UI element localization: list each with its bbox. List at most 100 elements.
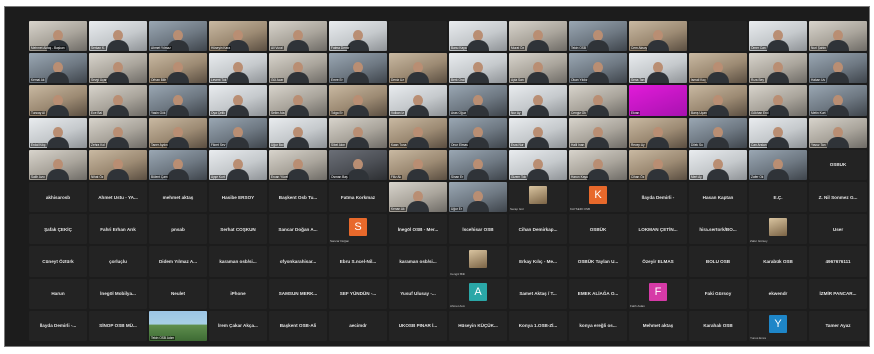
participant-tile[interactable]: Ece Bal: [89, 85, 147, 116]
participant-tile[interactable]: K KAYSERİ OSB: [569, 181, 627, 213]
participant-tile[interactable]: S Sancar Doğan: [329, 214, 387, 245]
participant-tile[interactable]: akhisarosb: [29, 181, 87, 213]
participant-tile[interactable]: Bülent Çam: [149, 149, 207, 180]
participant-tile[interactable]: karaman osb/si...: [209, 246, 267, 277]
participant-tile[interactable]: karaman osb/si...: [389, 246, 447, 277]
participant-tile[interactable]: Hüseyin KÜÇÜK...: [449, 310, 507, 341]
participant-tile[interactable]: Recep Ay: [629, 117, 687, 148]
participant-tile[interactable]: Levent Tok: [209, 53, 267, 84]
participant-tile[interactable]: Oya Çelik: [209, 85, 267, 116]
participant-tile[interactable]: Karahalı OSB: [689, 310, 747, 341]
participant-tile[interactable]: A Ahmet Avcı: [449, 278, 507, 309]
participant-tile[interactable]: SAMSUN MERK...: [269, 278, 327, 309]
participant-tile[interactable]: Tamer Ayaz: [809, 310, 867, 341]
participant-tile[interactable]: Y Yunus Emre: [749, 310, 807, 341]
participant-tile[interactable]: Nur Ay: [509, 85, 567, 116]
participant-tile[interactable]: Kemal Ak: [29, 53, 87, 84]
participant-tile[interactable]: Uğur Bal: [269, 117, 327, 148]
participant-tile[interactable]: Emre Er: [329, 53, 387, 84]
participant-tile[interactable]: Selim Ata: [269, 85, 327, 116]
participant-tile[interactable]: İnegöl OSB - Mer...: [389, 214, 447, 245]
participant-tile[interactable]: Harun: [29, 278, 87, 309]
participant-tile[interactable]: Metin Kurt: [809, 85, 867, 116]
participant-tile[interactable]: Yavuz Tan: [809, 117, 867, 148]
participant-tile[interactable]: OSBÜK Taylan U...: [569, 246, 627, 277]
participant-tile[interactable]: İscehisar OSB: [449, 214, 507, 245]
participant-tile[interactable]: Sinan Er: [449, 149, 507, 180]
participant-tile[interactable]: Sevgi Uçar: [89, 53, 147, 84]
participant-tile[interactable]: Şafak ÇEKİÇ: [29, 214, 87, 245]
participant-tile[interactable]: EMEK ALİAĞA O...: [569, 278, 627, 309]
participant-tile[interactable]: OSBÜK: [569, 214, 627, 245]
participant-tile[interactable]: SİNOP OSB MÜ...: [89, 310, 147, 341]
participant-tile[interactable]: Erdal Kılıç: [29, 117, 87, 148]
participant-tile[interactable]: Zafer Ok: [749, 149, 807, 180]
participant-tile[interactable]: User: [809, 214, 867, 245]
participant-tile[interactable]: İnegöl Mobilya...: [89, 278, 147, 309]
participant-tile[interactable]: Ayşe Kurt: [209, 149, 267, 180]
participant-tile[interactable]: Didem Yılmaz A...: [149, 246, 207, 277]
participant-tile[interactable]: Cem Aksoy: [629, 21, 687, 52]
participant-tile[interactable]: Okan Yıldız: [569, 53, 627, 84]
participant-tile[interactable]: Ebru S.ncel-Nil...: [329, 246, 387, 277]
participant-tile[interactable]: İrem Çakar Akça...: [209, 310, 267, 341]
participant-tile[interactable]: hira.sertork/BO...: [689, 214, 747, 245]
participant-tile[interactable]: Fatma Demir: [329, 21, 387, 52]
participant-tile[interactable]: 4967676111: [809, 246, 867, 277]
participant-tile[interactable]: Gizem Tok: [509, 149, 567, 180]
participant-tile[interactable]: Yusuf Ulusay -...: [389, 278, 447, 309]
participant-tile[interactable]: Murat Öz: [509, 21, 567, 52]
participant-tile[interactable]: Osman Baş: [329, 149, 387, 180]
participant-tile[interactable]: Erkay Kılıç - Me...: [509, 246, 567, 277]
participant-tile[interactable]: Gökhan Erol: [749, 85, 807, 116]
participant-tile[interactable]: Nuri Şahin: [809, 21, 867, 52]
participant-tile[interactable]: Berk Oral: [449, 53, 507, 84]
participant-tile[interactable]: Karabük OSB: [749, 246, 807, 277]
participant-tile[interactable]: Tekin OSB Adım: [149, 310, 207, 341]
participant-tile[interactable]: LOKMAN ÇETİN...: [629, 214, 687, 245]
participant-tile[interactable]: İsmail Koç: [689, 53, 747, 84]
participant-tile[interactable]: Deniz Uz: [389, 53, 447, 84]
participant-tile[interactable]: Mehmet aktaş: [629, 310, 687, 341]
participant-tile[interactable]: Rıza Bey: [749, 53, 807, 84]
participant-tile[interactable]: İZMİR PANCAR...: [809, 278, 867, 309]
participant-tile[interactable]: BOLU OSB: [689, 246, 747, 277]
participant-tile[interactable]: Can Arslan: [749, 117, 807, 148]
participant-tile[interactable]: Filiz Ak: [389, 149, 447, 180]
participant-tile[interactable]: Zafer Gürsoy: [749, 214, 807, 245]
participant-tile[interactable]: Tuncay Al: [29, 85, 87, 116]
participant-tile[interactable]: Serkan K.: [89, 21, 147, 52]
participant-tile[interactable]: Esra Nur: [509, 117, 567, 148]
participant-tile[interactable]: Nihat Öz: [89, 149, 147, 180]
participant-tile[interactable]: Ekran: [629, 85, 687, 116]
participant-tile[interactable]: Zehra Kol: [89, 117, 147, 148]
participant-tile[interactable]: Başkent OSB-Ali: [269, 310, 327, 341]
participant-tile[interactable]: Tolga Er: [329, 85, 387, 116]
participant-tile[interactable]: Uğur Er: [449, 181, 507, 213]
participant-tile[interactable]: Mert Ay: [689, 149, 747, 180]
participant-tile[interactable]: Kenan Ak: [389, 181, 447, 213]
participant-tile[interactable]: Gül Acar: [269, 53, 327, 84]
participant-tile[interactable]: Konya 1.OSB-Zİ...: [509, 310, 567, 341]
participant-tile[interactable]: Fikret Sev: [209, 117, 267, 148]
participant-tile[interactable]: Salih Avcı: [29, 149, 87, 180]
participant-tile[interactable]: çorluçlu: [89, 246, 147, 277]
participant-tile[interactable]: İlayda Demirli -...: [29, 310, 87, 341]
participant-tile[interactable]: Cihan Demirkap...: [509, 214, 567, 245]
participant-tile[interactable]: Orhan Bilir: [149, 53, 207, 84]
participant-tile[interactable]: İlayda Demirli -: [629, 181, 687, 213]
participant-tile[interactable]: F Fatih Aslan: [629, 278, 687, 309]
participant-tile[interactable]: konya ereğli os...: [569, 310, 627, 341]
participant-tile[interactable]: Sena Tan: [629, 53, 687, 84]
participant-tile[interactable]: iPhone: [209, 278, 267, 309]
participant-tile[interactable]: SEF YÜNDÜN -...: [329, 278, 387, 309]
participant-tile[interactable]: Ayla Sarı: [509, 53, 567, 84]
participant-tile[interactable]: Yasin Gök: [149, 85, 207, 116]
participant-tile[interactable]: Kaan Tuna: [389, 117, 447, 148]
participant-tile[interactable]: Z. Nil Sonmez G...: [809, 181, 867, 213]
participant-tile[interactable]: pnsab: [149, 214, 207, 245]
participant-tile[interactable]: Hasibe ERSOY: [209, 181, 267, 213]
participant-tile[interactable]: Hakan Us: [809, 53, 867, 84]
participant-tile[interactable]: Fatma Korkmaz: [329, 181, 387, 213]
participant-tile[interactable]: Mehmet Aktaş - Başkan: [29, 21, 87, 52]
